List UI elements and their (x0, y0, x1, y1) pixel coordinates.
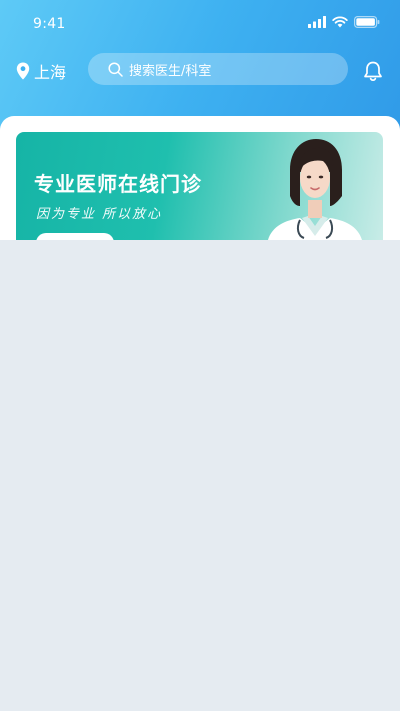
location-pin-icon (16, 62, 30, 80)
search-placeholder: 搜索医生/科室 (129, 63, 212, 79)
wifi-icon (332, 16, 348, 28)
location-selector[interactable]: 上海 (16, 59, 66, 83)
status-icons (308, 16, 380, 28)
banner-action-button[interactable] (36, 233, 114, 240)
search-input[interactable]: 搜索医生/科室 (88, 53, 348, 85)
search-icon (108, 61, 123, 77)
content-placeholder (0, 240, 400, 711)
top-navigation: 上海 搜索医生/科室 (0, 52, 400, 88)
status-time: 9:41 (33, 16, 66, 32)
banner-subtitle: 因为专业 所以放心 (36, 207, 163, 222)
location-label: 上海 (34, 63, 67, 82)
signal-icon (308, 16, 326, 28)
banner-title: 专业医师在线门诊 (34, 172, 202, 196)
battery-icon (354, 16, 380, 28)
notification-button[interactable] (362, 60, 384, 86)
bell-icon (364, 61, 382, 81)
promo-banner[interactable]: 专业医师在线门诊 因为专业 所以放心 (16, 132, 383, 240)
doctor-illustration (268, 139, 362, 240)
status-bar: 9:41 (0, 0, 400, 46)
